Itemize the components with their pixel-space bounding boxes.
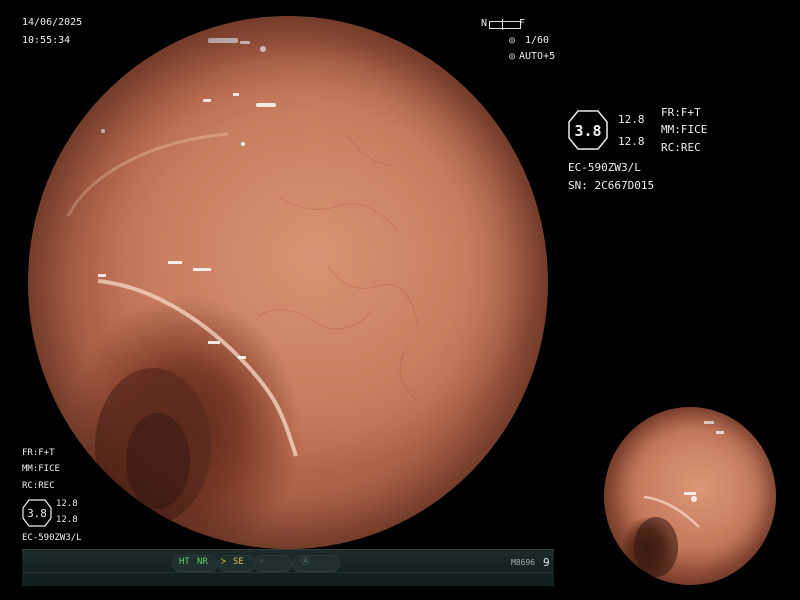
left-mm-setting: MM:FICE [22, 464, 60, 474]
left-fr-setting: FR:F+T [22, 448, 55, 458]
value-top: 12.8 [618, 113, 645, 126]
zoom-badge: 3.8 [568, 110, 608, 150]
status-code: M8696 [511, 558, 536, 567]
left-zoom-badge: 3.8 [22, 499, 52, 527]
auto-icon: Ⓐ [301, 557, 311, 567]
value-bottom: 12.8 [618, 135, 645, 148]
zoom-badge-value: 3.8 [574, 122, 602, 140]
left-value-top: 12.8 [56, 499, 78, 509]
status-bar: HT NR ≻ SE ⚡ Ⓐ M8696 9 [22, 549, 554, 586]
left-value-bottom: 12.8 [56, 515, 78, 525]
serial-number: SN: 2C667D015 [568, 179, 655, 192]
focus-near-label: N [481, 18, 488, 29]
rc-setting: RC:REC [661, 141, 701, 154]
flash-icon: ⚡ [259, 557, 265, 567]
endoscopy-main-view [28, 16, 548, 549]
status-number: 9 [543, 556, 550, 569]
left-scope-model: EC-590ZW3/L [22, 533, 82, 543]
fr-setting: FR:F+T [661, 106, 701, 119]
exposure-icon: ◎ [509, 51, 516, 62]
mm-setting: MM:FICE [661, 123, 708, 136]
left-rc-setting: RC:REC [22, 481, 55, 491]
nr-indicator: NR [197, 557, 208, 567]
status-lower-bar [22, 572, 554, 586]
exposure-value: AUTO+5 [519, 51, 556, 62]
se-indicator: SE [233, 557, 244, 567]
focus-scale-icon [489, 19, 521, 30]
shutter-speed: 1/60 [525, 35, 550, 46]
shutter-icon: ◎ [509, 35, 516, 46]
scope-model: EC-590ZW3/L [568, 161, 641, 174]
focus-far-label: F [519, 18, 526, 29]
endoscopy-thumbnail [604, 407, 776, 585]
left-zoom-badge-value: 3.8 [27, 507, 47, 520]
